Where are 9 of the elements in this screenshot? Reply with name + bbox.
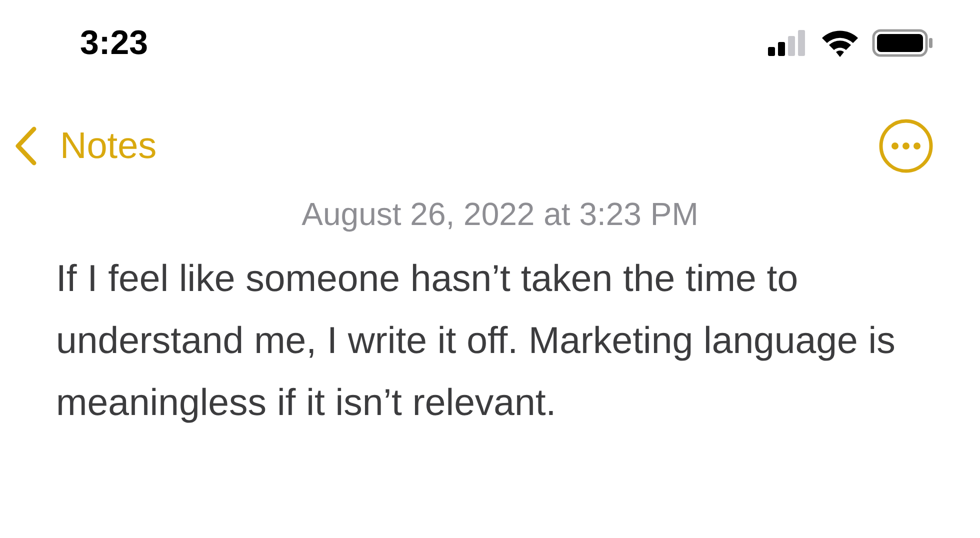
wifi-icon bbox=[820, 28, 860, 58]
note-text: If I feel like someone hasn’t taken the time to understand me, I write it off. Marketing language is meaningless if it isn’t relevant. bbox=[56, 256, 896, 425]
chevron-left-icon bbox=[14, 126, 38, 166]
signal-icon bbox=[768, 30, 808, 56]
status-time: 3:23 bbox=[80, 24, 148, 62]
more-icon[interactable] bbox=[878, 118, 934, 174]
back-button[interactable]: Notes bbox=[14, 125, 157, 167]
battery-icon bbox=[872, 29, 934, 57]
note-date: August 26, 2022 at 3:23 PM bbox=[300, 196, 700, 233]
